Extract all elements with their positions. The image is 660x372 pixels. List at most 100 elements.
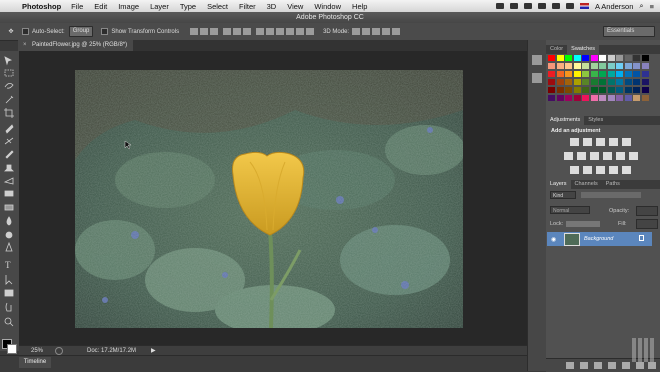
new-adjustment-layer-icon[interactable]	[608, 362, 616, 369]
color-swatch[interactable]	[616, 63, 623, 69]
menu-file[interactable]: File	[71, 2, 83, 11]
posterize-adjustment-icon[interactable]	[583, 166, 592, 174]
menu-filter[interactable]: Filter	[239, 2, 256, 11]
color-swatch[interactable]	[582, 95, 589, 101]
flag-icon[interactable]	[580, 3, 590, 9]
color-swatch[interactable]	[590, 87, 598, 93]
hue-saturation-adjustment-icon[interactable]	[564, 152, 573, 160]
align-bottom-icon[interactable]	[210, 28, 219, 35]
menu-view[interactable]: View	[287, 2, 303, 11]
fill-field[interactable]	[636, 219, 658, 229]
tab-channels[interactable]: Channels	[571, 180, 602, 189]
color-swatch[interactable]	[556, 95, 564, 101]
color-swatch[interactable]	[633, 87, 640, 93]
color-swatch[interactable]	[633, 95, 640, 101]
color-swatch[interactable]	[573, 79, 581, 85]
3d-rotate-icon[interactable]	[352, 28, 361, 35]
exposure-adjustment-icon[interactable]	[609, 138, 618, 146]
color-swatch[interactable]	[607, 71, 615, 77]
color-swatch[interactable]	[607, 79, 615, 85]
color-swatch[interactable]	[556, 71, 564, 77]
3d-drag-icon[interactable]	[372, 28, 381, 35]
color-swatch[interactable]	[556, 55, 564, 61]
color-swatch[interactable]	[556, 79, 564, 85]
status-icon[interactable]	[496, 3, 505, 9]
align-top-icon[interactable]	[190, 28, 199, 35]
color-swatch[interactable]	[624, 79, 632, 85]
layer-style-icon[interactable]	[580, 362, 588, 369]
tab-color[interactable]: Color	[546, 45, 567, 54]
auto-select-checkbox[interactable]	[22, 28, 29, 35]
menu-help[interactable]: Help	[352, 2, 367, 11]
align-middle-icon[interactable]	[200, 28, 209, 35]
bluetooth-icon[interactable]	[524, 3, 533, 9]
color-swatch[interactable]	[616, 71, 623, 77]
curves-adjustment-icon[interactable]	[596, 138, 605, 146]
blend-mode-dropdown[interactable]: Normal	[550, 206, 590, 214]
distribute-middle-icon[interactable]	[266, 28, 275, 35]
color-swatch[interactable]	[624, 87, 632, 93]
new-layer-icon[interactable]	[636, 362, 644, 369]
color-swatch[interactable]	[599, 87, 606, 93]
selective-color-adjustment-icon[interactable]	[622, 166, 631, 174]
color-swatch[interactable]	[599, 95, 606, 101]
color-swatch[interactable]	[573, 55, 581, 61]
color-swatch[interactable]	[624, 55, 632, 61]
color-swatch[interactable]	[607, 87, 615, 93]
tab-adjustments[interactable]: Adjustments	[546, 116, 585, 125]
color-swatch[interactable]	[573, 63, 581, 69]
color-swatch[interactable]	[641, 63, 649, 69]
gradient-map-adjustment-icon[interactable]	[609, 166, 618, 174]
color-swatch[interactable]	[582, 63, 589, 69]
color-swatch[interactable]	[624, 95, 632, 101]
color-swatch[interactable]	[641, 55, 649, 61]
color-swatch[interactable]	[565, 63, 572, 69]
status-options-icon[interactable]	[55, 347, 63, 355]
photo-filter-adjustment-icon[interactable]	[603, 152, 612, 160]
align-left-icon[interactable]	[223, 28, 232, 35]
status-menu-arrow-icon[interactable]: ▶	[151, 347, 156, 354]
color-swatch[interactable]	[573, 87, 581, 93]
color-swatch[interactable]	[599, 79, 606, 85]
3d-roll-icon[interactable]	[362, 28, 371, 35]
tab-paths[interactable]: Paths	[602, 180, 624, 189]
history-panel-icon[interactable]	[532, 55, 542, 65]
color-swatch[interactable]	[633, 63, 640, 69]
user-name[interactable]: A Anderson	[595, 2, 633, 11]
tab-layers[interactable]: Layers	[546, 180, 571, 189]
color-swatch[interactable]	[633, 55, 640, 61]
document-canvas-image[interactable]	[75, 70, 463, 328]
opacity-field[interactable]	[636, 206, 658, 216]
properties-panel-icon[interactable]	[532, 73, 542, 83]
link-layers-icon[interactable]	[566, 362, 574, 369]
align-center-icon[interactable]	[233, 28, 242, 35]
color-swatch[interactable]	[624, 63, 632, 69]
timeline-tab[interactable]: Timeline	[19, 357, 51, 368]
color-swatch[interactable]	[616, 55, 623, 61]
color-swatch[interactable]	[548, 79, 555, 85]
color-lookup-adjustment-icon[interactable]	[629, 152, 638, 160]
color-swatch[interactable]	[573, 95, 581, 101]
layer-filter-kind[interactable]: Kind	[550, 191, 576, 199]
color-swatch[interactable]	[641, 79, 649, 85]
color-swatch[interactable]	[565, 55, 572, 61]
black-white-adjustment-icon[interactable]	[590, 152, 599, 160]
color-swatch[interactable]	[548, 71, 555, 77]
color-swatch[interactable]	[616, 79, 623, 85]
menu-3d[interactable]: 3D	[267, 2, 277, 11]
color-swatch[interactable]	[548, 63, 555, 69]
color-swatch[interactable]	[565, 79, 572, 85]
color-swatch[interactable]	[565, 71, 572, 77]
color-swatch[interactable]	[599, 71, 606, 77]
color-swatch[interactable]	[565, 95, 572, 101]
color-swatch[interactable]	[565, 87, 572, 93]
color-balance-adjustment-icon[interactable]	[577, 152, 586, 160]
color-swatch[interactable]	[616, 95, 623, 101]
3d-scale-icon[interactable]	[392, 28, 401, 35]
menu-layer[interactable]: Layer	[150, 2, 169, 11]
show-transform-checkbox[interactable]	[101, 28, 109, 35]
menu-select[interactable]: Select	[207, 2, 228, 11]
list-icon[interactable]: ≡	[650, 2, 654, 11]
invert-adjustment-icon[interactable]	[570, 166, 579, 174]
distribute-left-icon[interactable]	[286, 28, 295, 35]
